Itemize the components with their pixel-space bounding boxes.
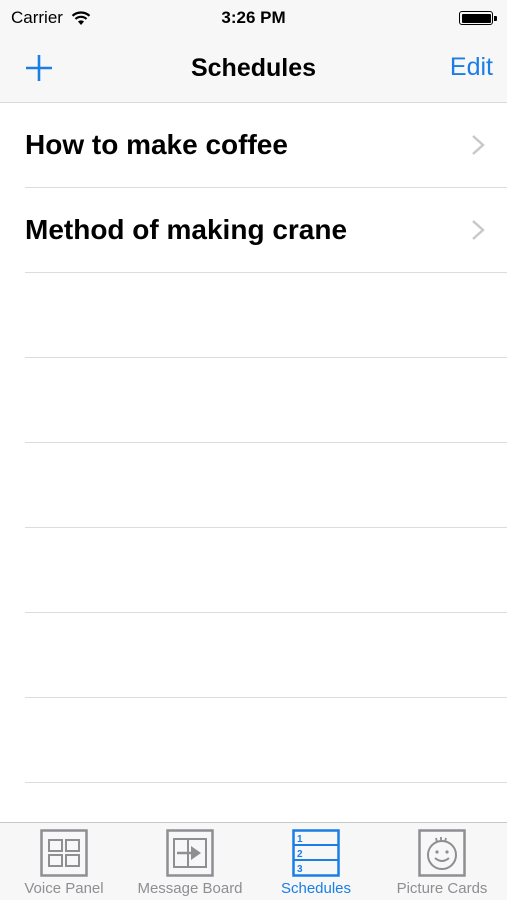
- svg-text:2: 2: [297, 849, 303, 860]
- tab-voice-panel[interactable]: Voice Panel: [4, 823, 124, 900]
- schedule-list: How to make coffee Method of making cran…: [0, 103, 507, 783]
- voice-panel-icon: [40, 829, 88, 877]
- picture-cards-icon: [418, 829, 466, 877]
- tab-schedules[interactable]: 1 2 3 Schedules: [256, 823, 376, 900]
- page-title: Schedules: [190, 54, 317, 82]
- plus-icon[interactable]: [24, 53, 54, 83]
- tab-message-board[interactable]: Message Board: [126, 823, 254, 900]
- empty-row: [25, 273, 507, 358]
- schedules-icon: 1 2 3: [292, 829, 340, 877]
- svg-text:3: 3: [297, 864, 303, 875]
- status-time: 3:26 PM: [221, 8, 286, 27]
- empty-row: [25, 358, 507, 443]
- app-screen: Carrier 3:26 PM Schedules Edit How to ma…: [0, 0, 507, 900]
- tab-label: Schedules: [280, 880, 352, 897]
- tab-picture-cards[interactable]: Picture Cards: [380, 823, 504, 900]
- message-board-icon: [166, 829, 214, 877]
- navigation-bar: Schedules Edit: [0, 36, 507, 103]
- edit-button[interactable]: Edit: [450, 53, 493, 82]
- battery-icon: [459, 11, 497, 25]
- svg-text:1: 1: [297, 834, 303, 845]
- tab-label: Voice Panel: [24, 880, 104, 897]
- empty-row: [25, 443, 507, 528]
- empty-row: [25, 613, 507, 698]
- tab-label: Picture Cards: [396, 880, 488, 897]
- schedule-row-crane[interactable]: Method of making crane: [25, 188, 507, 273]
- schedule-label: Method of making crane: [25, 214, 348, 245]
- chevron-right-icon: [472, 220, 485, 240]
- tab-bar: Voice Panel Message Board 1 2 3 Schedule…: [0, 822, 507, 900]
- empty-row: [25, 698, 507, 783]
- schedule-label: How to make coffee: [25, 129, 288, 160]
- empty-row: [25, 528, 507, 613]
- tab-label: Message Board: [137, 880, 243, 897]
- chevron-right-icon: [472, 135, 485, 155]
- status-bar: Carrier 3:26 PM: [0, 0, 507, 36]
- schedule-row-coffee[interactable]: How to make coffee: [25, 103, 507, 188]
